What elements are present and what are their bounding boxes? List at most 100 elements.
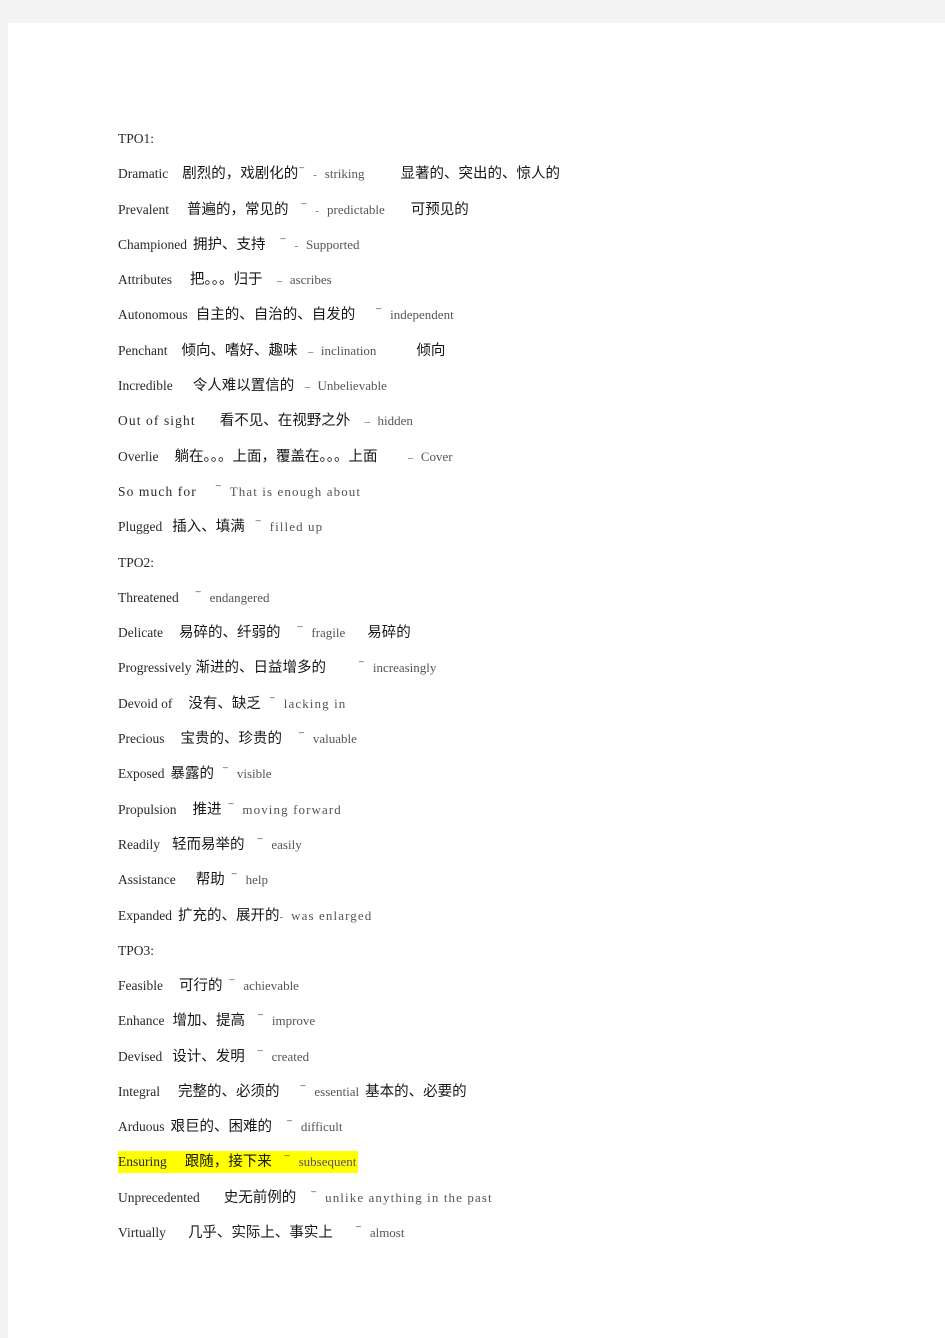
vocabulary-row: Exposed 暴露的 ⁻ visible [118,756,918,791]
synonym: easily [271,836,302,852]
vocabulary-row: Expanded 扩充的、展开的-was enlarged [118,898,918,933]
headword: Expanded [118,907,172,923]
chinese-gloss: 几乎、实际上、事实上 [187,1225,333,1242]
synonym: was enlarged [291,907,373,923]
dash-mark: ⁻ [228,974,236,990]
vocabulary-row: Out of sight 看不见、在视野之外 -- hidden [118,403,918,438]
document-page: TPO1: Dramatic 剧烈的，戏剧化的⁻ - striking 显著的、突出的、惊… [8,23,945,1338]
vocabulary-row: Enhance 增加、提高 ⁻ improve [118,1003,918,1038]
chinese-gloss-secondary: 易碎的 [367,625,411,642]
section-heading: TPO3: [118,942,155,958]
dash-mark: ⁻ [268,691,276,707]
vocabulary-row: Prevalent 普遍的，常见的 ⁻ - predictable 可预见的 [118,192,918,227]
vocabulary-row: Autonomous 自主的、自治的、自发的 ⁻ independent [118,297,918,332]
chinese-gloss-secondary: 可预见的 [410,201,469,218]
synonym: moving forward [242,801,342,817]
vocabulary-row: Readily 轻而易举的 ⁻ easily [118,827,918,862]
dash-mark-secondary: -- [304,381,310,394]
headword: Enhance [118,1013,165,1029]
section-heading-row: TPO2: [118,545,918,580]
dash-mark: ⁻ [375,303,383,319]
synonym: filled up [269,519,324,535]
chinese-gloss: 设计、发明 [172,1048,245,1065]
dash-mark: ⁻ [194,585,202,601]
synonym: subsequent [298,1153,357,1169]
section-heading-row: TPO3: [118,933,918,968]
dash-mark: ⁻ [256,1009,264,1025]
synonym: increasingly [372,660,437,676]
headword: So much for [118,483,197,499]
headword: Attributes [118,272,172,288]
dash-mark-secondary: -- [407,451,413,464]
chinese-gloss: 艰巨的、困难的 [170,1119,273,1136]
chinese-gloss: 增加、提高 [172,1013,245,1030]
vocabulary-row: Penchant 倾向、嗜好、趣味 -- inclination 倾向 [118,333,918,368]
chinese-gloss: 完整的、必须的 [177,1084,280,1101]
headword: Incredible [118,378,173,394]
headword: Propulsion [118,801,177,817]
section-heading: TPO2: [118,554,155,570]
chinese-gloss: 看不见、在视野之外 [219,413,351,430]
headword: Assistance [118,872,176,888]
headword: Progressively [118,660,192,676]
chinese-gloss: 把。。。归于 [190,272,263,289]
synonym: achievable [243,978,299,994]
headword: Exposed [118,766,165,782]
headword: Ensuring [118,1153,167,1169]
chinese-gloss: 普遍的，常见的 [186,201,289,218]
section-heading: TPO1: [118,131,155,146]
dash-mark-secondary: - [315,204,320,217]
dash-mark: ⁻ [298,162,306,178]
synonym: help [245,872,269,888]
vocabulary-row: Devoid of 没有、缺乏 ⁻ lacking in [118,686,918,721]
headword: Feasible [118,978,163,994]
headword: Plugged [118,519,163,535]
chinese-gloss: 令人难以置信的 [192,378,295,395]
dash-mark: ⁻ [286,1115,293,1131]
vocabulary-row: Devised 设计、发明 ⁻ created [118,1039,918,1074]
chinese-gloss: 没有、缺乏 [188,695,261,712]
headword: Integral [118,1084,160,1100]
chinese-gloss: 跟随，接下来 [184,1153,272,1170]
headword: Prevalent [118,201,169,217]
synonym: lacking in [283,695,347,711]
highlighted-entry: Ensuring 跟随，接下来 ⁻ subsequent [118,1150,359,1173]
headword: Championed [118,236,187,252]
dash-mark: ⁻ [358,656,365,672]
chinese-gloss-secondary: 基本的、必要的 [365,1084,467,1101]
dash-mark-secondary: -- [364,416,370,429]
vocabulary-row: Propulsion 推进 ⁻ moving forward [118,792,918,827]
synonym: almost [369,1225,405,1241]
vocabulary-row: Championed 拥护、支持 ⁻ - Supported [118,227,918,262]
synonym: difficult [300,1119,343,1135]
synonym: predictable [327,201,385,217]
vocabulary-row: So much for ⁻ That is enough about [118,474,918,509]
dash-mark: ⁻ [298,727,305,743]
headword: Autonomous [118,307,188,323]
chinese-gloss: 宝贵的、珍贵的 [180,731,283,748]
chinese-gloss: 史无前例的 [223,1189,297,1206]
chinese-gloss-secondary: 显著的、突出的、惊人的 [400,166,561,183]
chinese-gloss: 可行的 [179,978,223,995]
chinese-gloss: 自主的、自治的、自发的 [195,307,356,324]
synonym: endangered [209,589,270,605]
headword: Precious [118,731,165,747]
synonym: independent [390,307,454,323]
synonym: fragile [311,625,346,641]
dash-mark: ⁻ [227,797,235,813]
dash-mark: ⁻ [299,1080,307,1096]
chinese-gloss-secondary: 倾向 [416,342,446,359]
headword: Readily [118,836,160,852]
synonym: striking [324,166,365,182]
vocabulary-row: Plugged 插入、填满 ⁻ filled up [118,509,918,544]
dash-mark: ⁻ [283,1149,291,1165]
synonym: Unbelievable [317,378,387,394]
dash-mark: ⁻ [296,621,304,637]
chinese-gloss: 渐进的、日益增多的 [195,660,327,677]
synonym: hidden [377,413,413,429]
headword: Out of sight [118,413,196,429]
synonym: Supported [306,236,360,252]
vocabulary-row: Unprecedented 史无前例的 ⁻ unlike anything in th… [118,1180,918,1215]
vocabulary-row: Integral 完整的、必须的 ⁻ essential 基本的、必要的 [118,1074,918,1109]
chinese-gloss: 躺在。。。上面，覆盖在。。。上面 [174,448,378,465]
